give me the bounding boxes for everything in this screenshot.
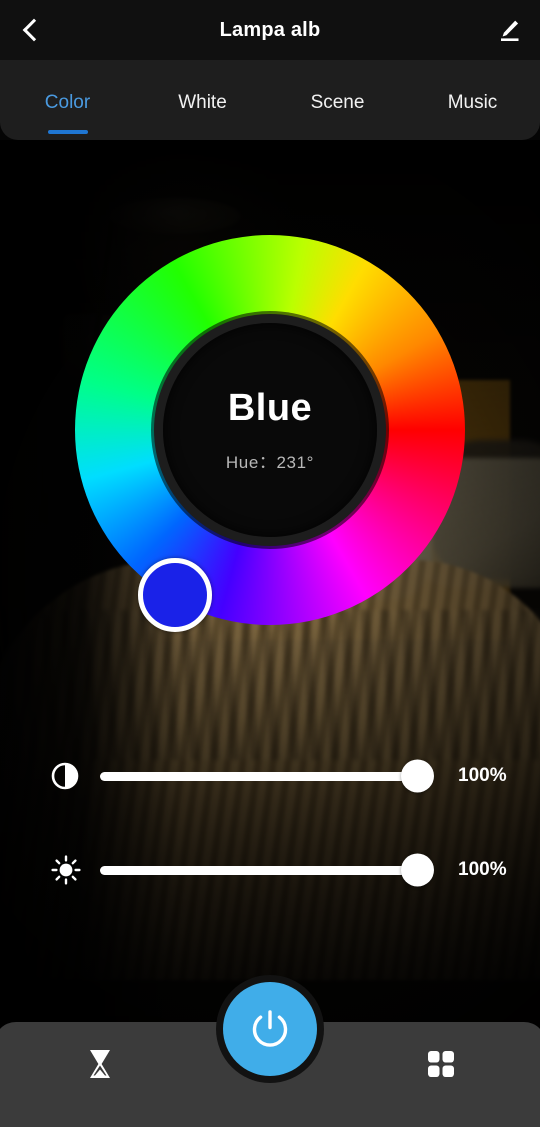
tab-white-label: White: [178, 92, 227, 113]
saturation-slider[interactable]: [100, 756, 434, 796]
brightness-slider-track: [100, 865, 430, 875]
tab-color-label: Color: [44, 92, 91, 113]
color-name-label: Blue: [227, 387, 313, 429]
tab-music-label: Music: [447, 92, 498, 113]
timer-button[interactable]: [0, 1022, 205, 1127]
color-wheel-handle[interactable]: [138, 558, 212, 632]
hue-value-label: Hue：231°: [225, 453, 315, 472]
brightness-slider-thumb[interactable]: [401, 853, 434, 887]
brightness-value: 100%: [458, 859, 507, 880]
page-title: Lampa alb: [219, 18, 321, 41]
color-wheel-area: Blue Hue：231°: [0, 140, 540, 700]
brightness-slider-row: 100%: [0, 850, 540, 890]
pencil-edit-icon: [496, 17, 522, 43]
tab-scene-label: Scene: [310, 92, 365, 113]
saturation-contrast-icon: [50, 761, 100, 791]
saturation-slider-thumb[interactable]: [401, 759, 434, 793]
grid-apps-icon: [427, 1050, 455, 1078]
power-button[interactable]: [223, 982, 317, 1076]
tab-active-indicator: [47, 130, 88, 134]
brightness-sun-icon: [50, 854, 100, 886]
mode-tab-bar: Color White Scene Music: [0, 60, 540, 140]
saturation-slider-row: 100%: [0, 756, 540, 796]
edit-name-button[interactable]: [478, 0, 540, 60]
power-button-ring: [216, 975, 324, 1083]
tab-scene[interactable]: Scene: [270, 60, 405, 140]
hourglass-timer-icon: [85, 1048, 115, 1080]
tab-white[interactable]: White: [135, 60, 270, 140]
saturation-value: 100%: [458, 765, 507, 786]
saturation-slider-track: [100, 771, 430, 781]
power-icon: [247, 1006, 293, 1052]
tab-color[interactable]: Color: [0, 60, 135, 140]
brightness-slider[interactable]: [100, 850, 434, 890]
app-header: Lampa alb: [0, 0, 540, 60]
more-functions-button[interactable]: [335, 1022, 540, 1127]
tab-music[interactable]: Music: [405, 60, 540, 140]
color-readout: Blue Hue：231°: [163, 323, 377, 537]
back-button[interactable]: [0, 0, 62, 60]
chevron-left-icon: [22, 18, 45, 42]
light-control-screen: Lampa alb Color White Scene Music Blue H…: [0, 0, 540, 1127]
